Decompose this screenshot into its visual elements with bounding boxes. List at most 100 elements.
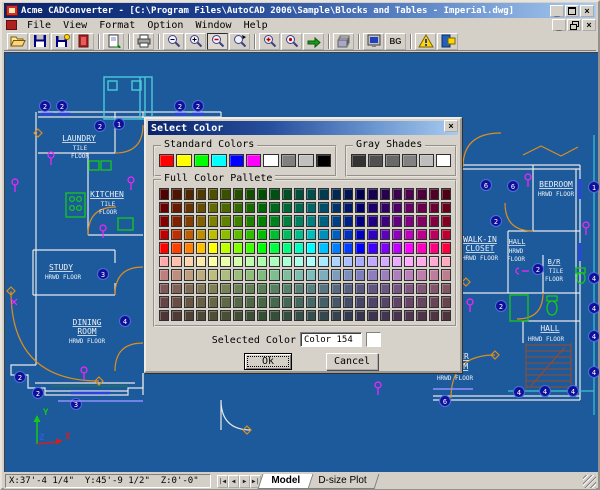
menu-format[interactable]: Format bbox=[93, 19, 141, 32]
palette-color-swatch[interactable] bbox=[367, 256, 377, 268]
palette-color-swatch[interactable] bbox=[355, 296, 365, 308]
menu-help[interactable]: Help bbox=[238, 19, 274, 32]
palette-color-swatch[interactable] bbox=[269, 188, 279, 200]
palette-color-swatch[interactable] bbox=[220, 242, 230, 254]
palette-color-swatch[interactable] bbox=[294, 202, 304, 214]
palette-color-swatch[interactable] bbox=[306, 256, 316, 268]
palette-color-swatch[interactable] bbox=[343, 202, 353, 214]
palette-color-swatch[interactable] bbox=[343, 310, 353, 322]
palette-color-swatch[interactable] bbox=[294, 188, 304, 200]
palette-color-swatch[interactable] bbox=[233, 242, 243, 254]
pan-button[interactable] bbox=[303, 33, 324, 50]
palette-color-swatch[interactable] bbox=[306, 283, 316, 295]
palette-color-swatch[interactable] bbox=[196, 215, 206, 227]
palette-color-swatch[interactable] bbox=[233, 202, 243, 214]
palette-color-swatch[interactable] bbox=[367, 242, 377, 254]
palette-color-swatch[interactable] bbox=[367, 202, 377, 214]
palette-color-swatch[interactable] bbox=[380, 296, 390, 308]
palette-color-swatch[interactable] bbox=[245, 296, 255, 308]
palette-color-swatch[interactable] bbox=[171, 256, 181, 268]
palette-color-swatch[interactable] bbox=[159, 188, 169, 200]
palette-color-swatch[interactable] bbox=[282, 242, 292, 254]
palette-color-swatch[interactable] bbox=[429, 269, 439, 281]
palette-color-swatch[interactable] bbox=[257, 202, 267, 214]
standard-color-swatch[interactable] bbox=[281, 154, 296, 167]
palette-color-swatch[interactable] bbox=[208, 242, 218, 254]
palette-color-swatch[interactable] bbox=[441, 310, 451, 322]
palette-color-swatch[interactable] bbox=[392, 242, 402, 254]
palette-color-swatch[interactable] bbox=[245, 269, 255, 281]
palette-color-swatch[interactable] bbox=[269, 229, 279, 241]
palette-color-swatch[interactable] bbox=[416, 256, 426, 268]
palette-color-swatch[interactable] bbox=[331, 215, 341, 227]
palette-color-swatch[interactable] bbox=[220, 188, 230, 200]
palette-color-swatch[interactable] bbox=[208, 283, 218, 295]
palette-color-swatch[interactable] bbox=[171, 202, 181, 214]
palette-color-swatch[interactable] bbox=[306, 242, 316, 254]
export-button[interactable] bbox=[103, 33, 124, 50]
palette-color-swatch[interactable] bbox=[220, 310, 230, 322]
dialog-close-button[interactable]: × bbox=[444, 120, 458, 132]
palette-color-swatch[interactable] bbox=[429, 283, 439, 295]
tab-model[interactable]: Model bbox=[258, 474, 314, 489]
preview-button[interactable] bbox=[363, 33, 384, 50]
palette-color-swatch[interactable] bbox=[306, 269, 316, 281]
palette-color-swatch[interactable] bbox=[367, 296, 377, 308]
palette-color-swatch[interactable] bbox=[380, 242, 390, 254]
exit-button[interactable] bbox=[437, 33, 458, 50]
palette-color-swatch[interactable] bbox=[282, 256, 292, 268]
resize-grip[interactable] bbox=[583, 475, 596, 488]
palette-color-swatch[interactable] bbox=[208, 215, 218, 227]
palette-color-swatch[interactable] bbox=[257, 269, 267, 281]
ok-button[interactable]: Ok bbox=[244, 353, 292, 370]
palette-color-swatch[interactable] bbox=[416, 296, 426, 308]
palette-color-swatch[interactable] bbox=[343, 296, 353, 308]
save-button[interactable] bbox=[29, 33, 50, 50]
palette-color-swatch[interactable] bbox=[331, 296, 341, 308]
palette-color-swatch[interactable] bbox=[220, 202, 230, 214]
palette-color-swatch[interactable] bbox=[355, 256, 365, 268]
selected-color-field[interactable]: Color 154 bbox=[300, 332, 362, 347]
palette-color-swatch[interactable] bbox=[269, 310, 279, 322]
palette-color-swatch[interactable] bbox=[282, 215, 292, 227]
standard-color-swatch[interactable] bbox=[316, 154, 331, 167]
palette-color-swatch[interactable] bbox=[171, 242, 181, 254]
palette-color-swatch[interactable] bbox=[392, 202, 402, 214]
palette-color-swatch[interactable] bbox=[318, 229, 328, 241]
palette-color-swatch[interactable] bbox=[159, 283, 169, 295]
zoom-dynamic-button[interactable] bbox=[281, 33, 302, 50]
palette-color-swatch[interactable] bbox=[441, 229, 451, 241]
palette-color-swatch[interactable] bbox=[392, 296, 402, 308]
palette-color-swatch[interactable] bbox=[441, 296, 451, 308]
palette-color-swatch[interactable] bbox=[441, 283, 451, 295]
palette-color-swatch[interactable] bbox=[318, 242, 328, 254]
palette-color-swatch[interactable] bbox=[404, 242, 414, 254]
palette-color-swatch[interactable] bbox=[294, 296, 304, 308]
palette-color-swatch[interactable] bbox=[331, 229, 341, 241]
palette-color-swatch[interactable] bbox=[282, 269, 292, 281]
palette-color-swatch[interactable] bbox=[245, 215, 255, 227]
palette-color-swatch[interactable] bbox=[208, 310, 218, 322]
palette-color-swatch[interactable] bbox=[367, 269, 377, 281]
palette-color-swatch[interactable] bbox=[220, 283, 230, 295]
palette-color-swatch[interactable] bbox=[380, 269, 390, 281]
maximize-button[interactable] bbox=[565, 5, 579, 17]
palette-color-swatch[interactable] bbox=[404, 215, 414, 227]
palette-color-swatch[interactable] bbox=[159, 310, 169, 322]
gray-shade-swatch[interactable] bbox=[385, 154, 400, 167]
palette-color-swatch[interactable] bbox=[184, 296, 194, 308]
palette-color-swatch[interactable] bbox=[404, 310, 414, 322]
palette-color-swatch[interactable] bbox=[282, 296, 292, 308]
palette-color-swatch[interactable] bbox=[233, 188, 243, 200]
save-as-button[interactable] bbox=[51, 33, 72, 50]
palette-color-swatch[interactable] bbox=[306, 215, 316, 227]
palette-color-swatch[interactable] bbox=[282, 188, 292, 200]
standard-color-swatch[interactable] bbox=[246, 154, 261, 167]
palette-color-swatch[interactable] bbox=[171, 215, 181, 227]
palette-color-swatch[interactable] bbox=[208, 188, 218, 200]
menu-window[interactable]: Window bbox=[189, 19, 237, 32]
palette-color-swatch[interactable] bbox=[233, 296, 243, 308]
palette-color-swatch[interactable] bbox=[380, 229, 390, 241]
palette-color-swatch[interactable] bbox=[355, 242, 365, 254]
palette-color-swatch[interactable] bbox=[196, 296, 206, 308]
